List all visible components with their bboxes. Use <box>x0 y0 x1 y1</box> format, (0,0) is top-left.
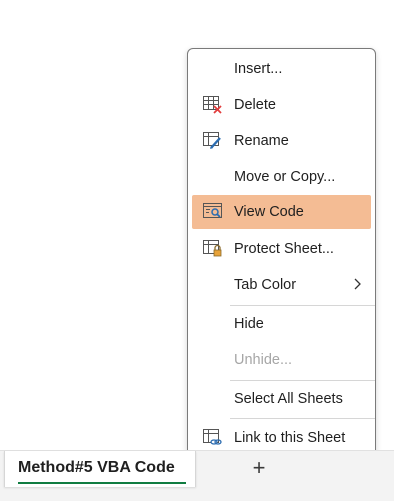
menu-item-unhide: Unhide... <box>192 343 371 377</box>
sheet-tab-context-menu: Insert... Delete Rename Move or Copy... … <box>187 48 376 456</box>
menu-item-label: Insert... <box>234 61 283 77</box>
menu-separator <box>230 418 375 419</box>
sheet-tab-label: Method#5 VBA Code <box>18 459 175 476</box>
menu-item-label: Delete <box>234 97 276 113</box>
menu-item-select-all-sheets[interactable]: Select All Sheets <box>192 382 371 416</box>
menu-item-label: Move or Copy... <box>234 169 336 185</box>
view-code-icon <box>203 203 223 221</box>
active-tab-underline <box>18 482 186 484</box>
menu-separator <box>230 380 375 381</box>
menu-item-label: Unhide... <box>234 352 293 368</box>
sheet-tab-active[interactable]: Method#5 VBA Code <box>4 451 196 487</box>
sheet-tab-bar: Method#5 VBA Code + <box>0 450 394 501</box>
menu-item-label: Protect Sheet... <box>234 241 334 257</box>
menu-item-hide[interactable]: Hide <box>192 307 371 341</box>
menu-item-label: Tab Color <box>234 277 297 293</box>
menu-item-label: View Code <box>234 204 304 220</box>
menu-item-move-or-copy[interactable]: Move or Copy... <box>192 160 371 194</box>
menu-item-label: Link to this Sheet <box>234 430 346 446</box>
rename-sheet-icon <box>203 132 223 150</box>
menu-item-delete[interactable]: Delete <box>192 88 371 122</box>
protect-sheet-icon <box>203 240 223 258</box>
menu-item-protect-sheet[interactable]: Protect Sheet... <box>192 232 371 266</box>
chevron-right-icon <box>353 276 363 292</box>
delete-sheet-icon <box>203 96 223 114</box>
menu-item-view-code[interactable]: View Code <box>192 195 371 229</box>
menu-item-label: Rename <box>234 133 289 149</box>
link-sheet-icon <box>203 429 223 447</box>
menu-item-insert[interactable]: Insert... <box>192 52 371 86</box>
menu-item-rename[interactable]: Rename <box>192 124 371 158</box>
menu-separator <box>230 305 375 306</box>
menu-item-label: Select All Sheets <box>234 391 343 407</box>
add-sheet-button[interactable]: + <box>248 457 270 479</box>
menu-item-tab-color[interactable]: Tab Color <box>192 268 371 302</box>
menu-item-label: Hide <box>234 316 264 332</box>
